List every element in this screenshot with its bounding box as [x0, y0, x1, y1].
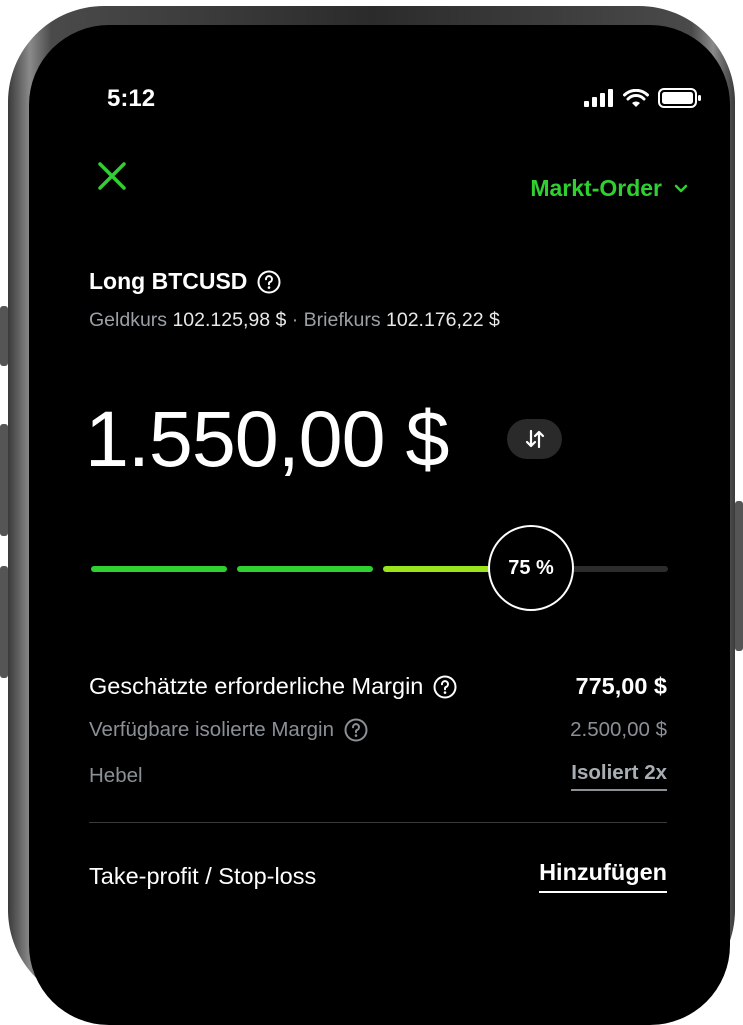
status-time: 5:12 — [107, 85, 156, 112]
slider-handle[interactable]: 75 % — [488, 525, 574, 611]
help-icon[interactable] — [433, 675, 457, 699]
add-tpsl-button[interactable]: Hinzufügen — [539, 859, 667, 893]
tpsl-row: Take-profit / Stop-loss Hinzufügen — [89, 859, 667, 893]
order-type-dropdown[interactable]: Markt-Order — [530, 175, 688, 202]
app-screen: 5:12 Markt-Order Long BTCUSD Geldkurs 10… — [29, 25, 730, 1025]
required-margin-value: 775,00 $ — [575, 673, 667, 699]
bid-label: Geldkurs — [89, 309, 168, 331]
quote-line: Geldkurs 102.125,98 $ · Briefkurs 102.17… — [89, 309, 500, 332]
required-margin-row: Geschätzte erforderliche Margin 775,00 $ — [89, 673, 667, 700]
available-margin-value: 2.500,00 $ — [570, 718, 667, 741]
help-icon[interactable] — [257, 270, 281, 294]
leverage-label: Hebel — [89, 764, 143, 787]
ask-value: 102.176,22 $ — [386, 309, 500, 331]
slider-percent-label: 75 % — [508, 556, 554, 579]
close-icon[interactable] — [95, 159, 129, 193]
status-icons — [584, 88, 702, 108]
wifi-icon — [623, 88, 649, 107]
swap-currency-button[interactable] — [507, 419, 562, 459]
chevron-down-icon — [674, 184, 688, 192]
leverage-selector[interactable]: Isoliert 2x — [571, 761, 667, 791]
swap-vertical-icon — [525, 429, 544, 449]
help-icon[interactable] — [344, 718, 368, 742]
available-margin-row: Verfügbare isolierte Margin 2.500,00 $ — [89, 718, 667, 742]
power-button — [735, 501, 743, 651]
silent-switch — [0, 306, 8, 366]
instrument-title-row: Long BTCUSD — [89, 268, 281, 295]
leverage-row: Hebel Isoliert 2x — [89, 761, 667, 791]
amount-slider[interactable] — [91, 566, 668, 572]
quote-separator: · — [291, 309, 299, 331]
tpsl-label: Take-profit / Stop-loss — [89, 862, 317, 889]
instrument-title: Long BTCUSD — [89, 268, 248, 294]
order-type-label: Markt-Order — [530, 175, 662, 201]
volume-up-button — [0, 424, 8, 536]
order-amount[interactable]: 1.550,00 $ — [85, 393, 449, 485]
battery-icon — [658, 88, 701, 108]
available-margin-label: Verfügbare isolierte Margin — [89, 718, 334, 741]
signal-icon — [584, 89, 613, 107]
volume-down-button — [0, 566, 8, 678]
required-margin-label: Geschätzte erforderliche Margin — [89, 673, 424, 699]
slider-segment-1 — [91, 566, 227, 572]
ask-label: Briefkurs — [303, 309, 381, 331]
bid-value: 102.125,98 $ — [172, 309, 287, 331]
divider — [89, 822, 667, 823]
phone-frame: 5:12 Markt-Order Long BTCUSD Geldkurs 10… — [0, 6, 743, 1025]
slider-segment-2 — [237, 566, 373, 572]
